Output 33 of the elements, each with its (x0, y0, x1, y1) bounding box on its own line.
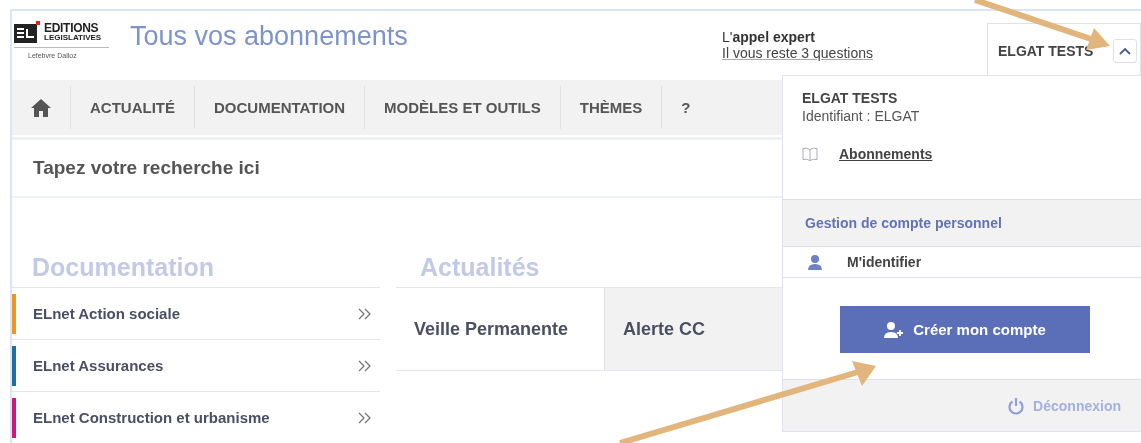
section-header: Gestion de compte personnel (783, 199, 1141, 247)
chevron-icon (1119, 46, 1131, 55)
page-title: Tous vos abonnements (130, 21, 408, 52)
brand-name: EDITIONS (44, 22, 100, 34)
login-link[interactable]: M'identifier (847, 254, 922, 270)
nav-item[interactable]: DOCUMENTATION (195, 86, 366, 129)
questions-link[interactable]: Il vous reste 3 questions (722, 45, 873, 61)
brand-name: LEGISLATIVES (44, 34, 102, 42)
double-chevron-icon (358, 411, 372, 424)
logo-icon (14, 21, 40, 43)
home-icon (30, 97, 52, 118)
book-icon (802, 147, 818, 161)
documentation-link[interactable]: ELnet Action sociale (33, 305, 180, 322)
nav-item[interactable]: ACTUALITÉ (71, 86, 195, 129)
nav-item[interactable]: ? (662, 86, 710, 129)
documentation-link[interactable]: ELnet Assurances (33, 357, 164, 374)
dropdown-toggle[interactable] (1113, 38, 1137, 63)
create-account-button[interactable]: Créer mon compte (840, 306, 1090, 353)
nav-item[interactable]: THÈMES (560, 86, 663, 129)
double-chevron-icon (358, 307, 372, 320)
section-title: Documentation (32, 253, 215, 283)
user-identifier: Identifiant : ELGAT (802, 107, 921, 125)
double-chevron-icon (358, 359, 372, 372)
section-title: Actualités (420, 253, 541, 283)
documentation-link[interactable]: ELnet Construction et urbanisme (33, 409, 270, 426)
account-name[interactable]: ELGAT TESTS (998, 42, 1094, 59)
person-icon (807, 254, 823, 270)
power-icon (1007, 396, 1026, 415)
add-user-icon (884, 320, 905, 339)
subscriptions-link[interactable]: Abonnements (839, 146, 933, 162)
nav-item[interactable]: MODÈLES ET OUTILS (365, 86, 561, 129)
expert-label: L'appel expert (722, 29, 815, 45)
user-name: ELGAT TESTS (802, 89, 899, 107)
